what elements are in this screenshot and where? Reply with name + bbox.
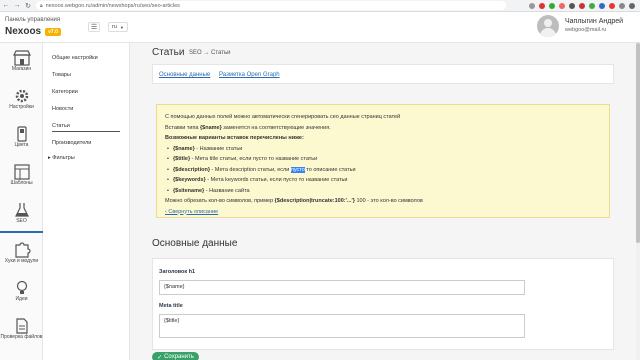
panel-label: Панель управления [5, 17, 61, 23]
browser-toolbar: ← → ↻ 🔒︎ nexoos.webgoo.ru/admin/newshops… [0, 0, 640, 12]
extension-icons [529, 2, 640, 9]
arrow-right-icon[interactable]: → [12, 1, 22, 11]
star-icon[interactable] [529, 2, 535, 9]
language-select[interactable]: ru ▼ [108, 22, 128, 32]
file-check-icon [15, 318, 28, 334]
list-item: {$keywords} - Мета keywords статьи, если… [165, 175, 601, 186]
sidebar-item-templates[interactable]: Шаблоны [0, 161, 43, 195]
lock-icon: 🔒︎ [40, 2, 43, 9]
user-email: webgoo@mail.ru [565, 27, 607, 33]
tab-main-data[interactable]: Основные данные [159, 72, 210, 78]
list-item: {$description} - Мета description статьи… [165, 165, 601, 176]
store-icon [12, 50, 31, 66]
version-badge: v7.0 [45, 27, 61, 36]
collapse-description-link[interactable]: ‹ Свернуть описание [165, 209, 218, 215]
menu-dots-icon[interactable] [629, 2, 635, 9]
extension-icon[interactable] [559, 2, 565, 9]
menu-toggle-button[interactable]: ☰ [88, 22, 100, 32]
extension-icon[interactable] [599, 2, 605, 9]
avatar[interactable] [537, 15, 559, 37]
save-label: Сохранить [164, 354, 194, 360]
extension-icon[interactable] [539, 2, 545, 9]
filters-label: Фильтры [52, 155, 75, 161]
app-header: Панель управления Nexoos v7.0 ☰ ru ▼ Чап… [0, 12, 640, 43]
language-value: ru [112, 24, 117, 30]
brand-logo[interactable]: Nexoos v7.0 [5, 26, 61, 37]
sidebar-item-file-check[interactable]: Проверка файлов [0, 315, 43, 349]
breadcrumb: SEO → Статьи [189, 50, 231, 56]
tab-open-graph[interactable]: Разметка Open Graph [219, 72, 280, 78]
sidebar-item-settings[interactable]: Настройки [0, 85, 43, 119]
icon-sidebar: Магазин Настройки Цвета Шаблоны SEO Хуки… [0, 43, 43, 360]
info-substitution-note: Вставки типа {$name} заменятся на соотве… [165, 124, 331, 131]
lightbulb-icon [16, 280, 27, 294]
list-item: {$name} - Название статьи [165, 144, 601, 155]
info-variants-list: {$name} - Название статьи {$title} - Мет… [165, 144, 601, 197]
tabs-card: Основные данные Разметка Open Graph [152, 64, 614, 84]
user-name[interactable]: Чаплыгин Андрей [565, 18, 623, 25]
info-truncate-note: Можно обрезать кол-во символов, пример {… [165, 198, 423, 204]
template-icon [13, 164, 30, 180]
chevron-right-icon: ▸ [48, 155, 51, 161]
sub-nav-products[interactable]: Товары [52, 72, 71, 78]
sidebar-item-ideas[interactable]: Идеи [0, 277, 43, 311]
sidebar-item-colors[interactable]: Цвета [0, 123, 43, 157]
seo-sub-navigation: Общие настройки Товары Категории Новости… [43, 43, 130, 360]
extension-icon[interactable] [569, 2, 575, 9]
check-icon: ✓ [157, 354, 163, 360]
arrow-left-icon[interactable]: ← [1, 1, 11, 11]
scrollbar[interactable] [636, 43, 640, 360]
list-item: {$title} - Мета title статьи, если пусто… [165, 154, 601, 165]
info-variants-heading: Возможные варианты вставок перечислены н… [165, 135, 304, 141]
extension-icon[interactable] [579, 2, 585, 9]
flask-icon [14, 203, 29, 217]
meta-title-label: Meta title [159, 303, 183, 309]
gear-icon [15, 89, 28, 103]
hamburger-icon: ☰ [90, 24, 98, 31]
sidebar-item-hooks[interactable]: Хуки и модули [0, 239, 43, 273]
palette-icon [16, 126, 27, 142]
url-text: nexoos.webgoo.ru/admin/newshops/ru/seo/s… [45, 2, 180, 9]
reload-icon[interactable]: ↻ [23, 1, 33, 11]
section-title: Основные данные [152, 238, 238, 249]
profile-icon[interactable] [619, 2, 625, 9]
address-bar[interactable]: 🔒︎ nexoos.webgoo.ru/admin/newshops/ru/se… [36, 1, 506, 10]
page-title: Статьи [152, 47, 185, 58]
list-item: {$sitename} - Название сайта [165, 186, 601, 197]
sidebar-item-store[interactable]: Магазин [0, 47, 43, 81]
extension-icon[interactable] [549, 2, 555, 9]
info-description-box: С помощью данных полей можно автоматичес… [156, 104, 610, 218]
sub-nav-categories[interactable]: Категории [52, 89, 78, 95]
sub-nav-articles[interactable]: Статьи [52, 123, 120, 132]
sidebar-item-seo[interactable]: SEO [0, 199, 43, 233]
h1-label: Заголовок h1 [159, 269, 196, 275]
brand-name: Nexoos [5, 26, 42, 37]
main-data-form: Заголовок h1 {$name} Meta title {$title} [152, 258, 614, 350]
sub-nav-general-settings[interactable]: Общие настройки [52, 55, 98, 61]
extension-icon[interactable] [589, 2, 595, 9]
meta-title-textarea[interactable]: {$title} [159, 314, 525, 338]
sub-nav-news[interactable]: Новости [52, 106, 73, 112]
chevron-down-icon: ▼ [119, 24, 124, 30]
save-button[interactable]: ✓ Сохранить [152, 352, 199, 360]
sub-nav-manufacturers[interactable]: Производители [52, 140, 91, 146]
h1-input[interactable]: {$name} [159, 280, 525, 295]
puzzle-icon [14, 242, 31, 258]
extension-icon[interactable] [609, 2, 615, 9]
info-intro: С помощью данных полей можно автоматичес… [165, 114, 401, 120]
sub-nav-filters[interactable]: ▸ Фильтры [48, 155, 75, 161]
